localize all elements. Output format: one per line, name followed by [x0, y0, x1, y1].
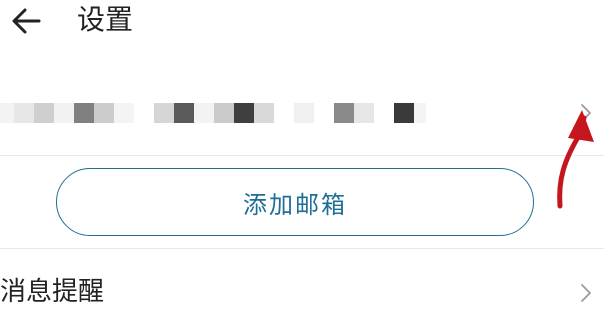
mosaic-block [294, 103, 314, 123]
divider [0, 248, 604, 249]
mosaic-block [114, 103, 134, 123]
mosaic-block [394, 103, 414, 123]
app-header: 设置 [0, 0, 604, 44]
mosaic-block [194, 103, 214, 123]
mosaic-block [354, 103, 374, 123]
mosaic-block [154, 103, 174, 123]
mosaic-block [34, 103, 54, 123]
mosaic-block [254, 103, 274, 123]
mosaic-block [54, 103, 74, 123]
mosaic-block [414, 103, 426, 123]
page-title: 设置 [77, 3, 134, 36]
notification-label: 消息提醒 [0, 277, 105, 307]
arrow-left-icon [12, 8, 41, 34]
mosaic-block [14, 103, 34, 123]
chevron-right-icon [581, 104, 591, 122]
chevron-right-icon [581, 284, 591, 302]
mosaic-block [234, 103, 254, 123]
notification-settings-item[interactable]: 消息提醒 [0, 260, 604, 319]
mosaic-block [74, 103, 94, 123]
account-item[interactable] [0, 74, 604, 152]
back-button[interactable] [8, 3, 44, 39]
mosaic-block [174, 103, 194, 123]
mosaic-block [0, 103, 14, 123]
mosaic-block [94, 103, 114, 123]
mosaic-block [334, 103, 354, 123]
mosaic-block [214, 103, 234, 123]
divider [0, 155, 604, 156]
add-mailbox-button[interactable]: 添加邮箱 [56, 168, 534, 236]
